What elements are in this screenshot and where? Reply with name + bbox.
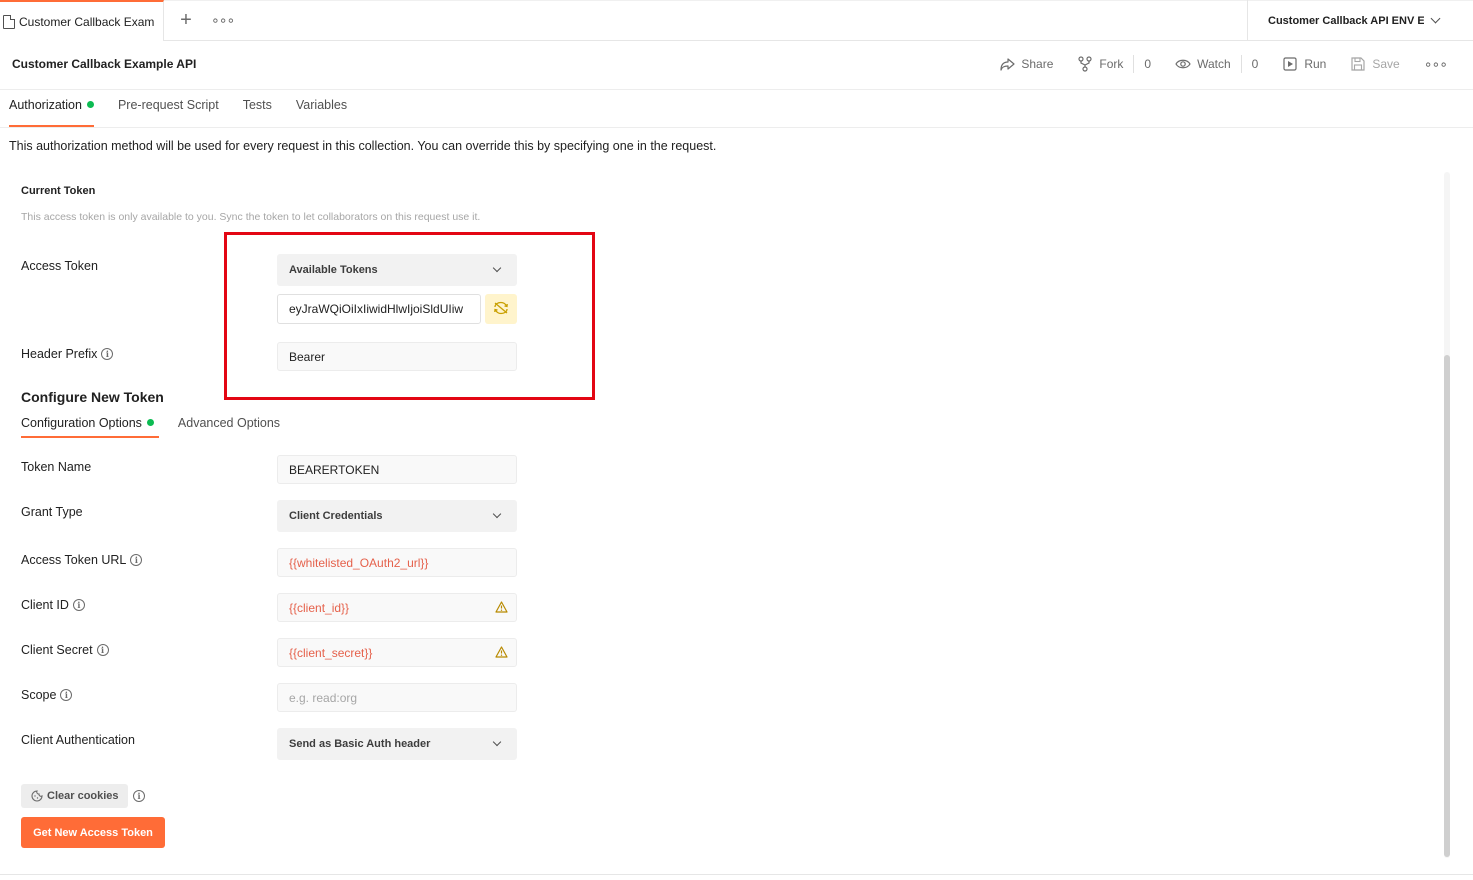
cookie-icon xyxy=(31,790,43,802)
document-icon xyxy=(3,14,15,29)
divider xyxy=(1133,55,1135,73)
run-button[interactable]: Run xyxy=(1282,56,1326,72)
client-id-field[interactable]: {{client_id}} xyxy=(277,593,517,622)
tab-variables[interactable]: Variables xyxy=(296,98,347,121)
grant-type-value: Client Credentials xyxy=(289,510,383,522)
clear-cookies-button[interactable]: Clear cookies xyxy=(21,784,128,808)
access-token-label: Access Token xyxy=(21,259,98,273)
client-authentication-label: Client Authentication xyxy=(21,733,135,747)
client-id-text: Client ID xyxy=(21,598,69,612)
tab-authorization[interactable]: Authorization xyxy=(9,98,94,127)
fork-label: Fork xyxy=(1099,57,1124,71)
current-token-hint: This access token is only available to y… xyxy=(21,211,481,223)
client-id-label: Client ID i xyxy=(21,598,85,612)
scrollbar-thumb[interactable] xyxy=(1444,355,1450,857)
divider xyxy=(1240,55,1242,73)
client-secret-label: Client Secret i xyxy=(21,643,109,657)
client-secret-text: Client Secret xyxy=(21,643,93,657)
access-token-url-value: {{whitelisted_OAuth2_url}} xyxy=(289,555,429,570)
configure-tabs: Configuration Options Advanced Options xyxy=(21,416,304,438)
eye-icon xyxy=(1175,56,1191,72)
access-token-url-text: Access Token URL xyxy=(21,553,127,567)
info-icon[interactable]: i xyxy=(96,644,109,656)
get-new-access-token-button[interactable]: Get New Access Token xyxy=(21,817,165,848)
collection-tabs: Authorization Pre-request Script Tests V… xyxy=(9,98,371,127)
save-button[interactable]: Save xyxy=(1350,56,1400,72)
run-label: Run xyxy=(1304,57,1327,71)
access-token-url-label: Access Token URL i xyxy=(21,553,143,567)
token-name-field[interactable]: BEARERTOKEN xyxy=(277,455,517,484)
save-label: Save xyxy=(1372,57,1400,71)
environment-label: Customer Callback API ENV Example xyxy=(1268,14,1424,27)
client-authentication-select[interactable]: Send as Basic Auth header xyxy=(277,728,517,760)
fork-icon xyxy=(1077,56,1093,72)
client-authentication-value: Send as Basic Auth header xyxy=(289,738,431,750)
grant-type-label: Grant Type xyxy=(21,505,83,519)
info-icon[interactable]: i xyxy=(72,599,85,611)
bottom-divider xyxy=(0,874,1473,875)
client-secret-value: {{client_secret}} xyxy=(289,645,373,660)
auth-description: This authorization method will be used f… xyxy=(9,139,717,153)
tab-authorization-label: Authorization xyxy=(9,98,82,112)
more-horizontal-icon[interactable]: ∘∘∘ xyxy=(211,12,235,29)
configure-token-heading: Configure New Token xyxy=(21,389,164,405)
tab-configuration-options-label: Configuration Options xyxy=(21,416,142,430)
warning-icon[interactable] xyxy=(495,601,508,613)
status-dot xyxy=(86,101,94,108)
header-actions: Share Fork 0 Watch 0 Run Save ∘∘∘ xyxy=(999,55,1448,73)
watch-label: Watch xyxy=(1197,57,1231,71)
tab-tests[interactable]: Tests xyxy=(243,98,272,121)
tab-configuration-options[interactable]: Configuration Options xyxy=(21,416,159,438)
info-icon[interactable]: i xyxy=(130,554,143,566)
watch-button[interactable]: Watch xyxy=(1175,56,1231,72)
current-token-heading: Current Token xyxy=(21,185,96,197)
clear-cookies-label: Clear cookies xyxy=(47,790,119,802)
chevron-down-icon xyxy=(492,509,502,519)
scope-field[interactable]: e.g. read:org xyxy=(277,683,517,712)
scope-text: Scope xyxy=(21,688,57,702)
fork-button[interactable]: Fork xyxy=(1077,56,1123,72)
environment-selector[interactable]: Customer Callback API ENV Example xyxy=(1247,0,1473,41)
share-icon xyxy=(999,56,1015,72)
tab-pre-request-script[interactable]: Pre-request Script xyxy=(118,98,219,121)
info-icon[interactable]: i xyxy=(133,790,145,802)
tab-advanced-options[interactable]: Advanced Options xyxy=(178,416,280,438)
collection-header: Customer Callback Example API Share Fork… xyxy=(0,41,1473,90)
tab-bar: Customer Callback Example API + ∘∘∘ Cust… xyxy=(0,0,1473,41)
info-icon[interactable]: i xyxy=(101,348,114,360)
warning-icon[interactable] xyxy=(495,646,508,658)
access-token-url-field[interactable]: {{whitelisted_OAuth2_url}} xyxy=(277,548,517,577)
tabs-divider xyxy=(0,127,1473,128)
client-secret-field[interactable]: {{client_secret}} xyxy=(277,638,517,667)
share-button[interactable]: Share xyxy=(999,56,1053,72)
chevron-down-icon xyxy=(492,737,502,747)
scope-label: Scope i xyxy=(21,688,73,702)
scope-placeholder: e.g. read:org xyxy=(289,690,358,705)
share-label: Share xyxy=(1021,57,1054,71)
chevron-down-icon xyxy=(1430,13,1441,24)
header-prefix-text: Header Prefix xyxy=(21,347,98,361)
play-icon xyxy=(1282,56,1298,72)
watch-count[interactable]: 0 xyxy=(1252,57,1259,71)
info-icon[interactable]: i xyxy=(60,689,73,701)
token-name-value: BEARERTOKEN xyxy=(289,462,380,477)
page-title: Customer Callback Example API xyxy=(12,57,197,71)
token-name-label: Token Name xyxy=(21,460,92,474)
status-dot xyxy=(146,419,154,426)
save-icon xyxy=(1350,56,1366,72)
tab-label: Customer Callback Example API xyxy=(19,14,154,29)
client-id-value: {{client_id}} xyxy=(289,600,350,615)
tab-collection[interactable]: Customer Callback Example API xyxy=(0,0,164,41)
more-horizontal-icon[interactable]: ∘∘∘ xyxy=(1424,56,1448,73)
plus-icon[interactable]: + xyxy=(176,8,196,32)
header-prefix-label: Header Prefix i xyxy=(21,347,114,361)
fork-count[interactable]: 0 xyxy=(1144,57,1151,71)
grant-type-select[interactable]: Client Credentials xyxy=(277,500,517,532)
highlight-box xyxy=(224,232,595,400)
